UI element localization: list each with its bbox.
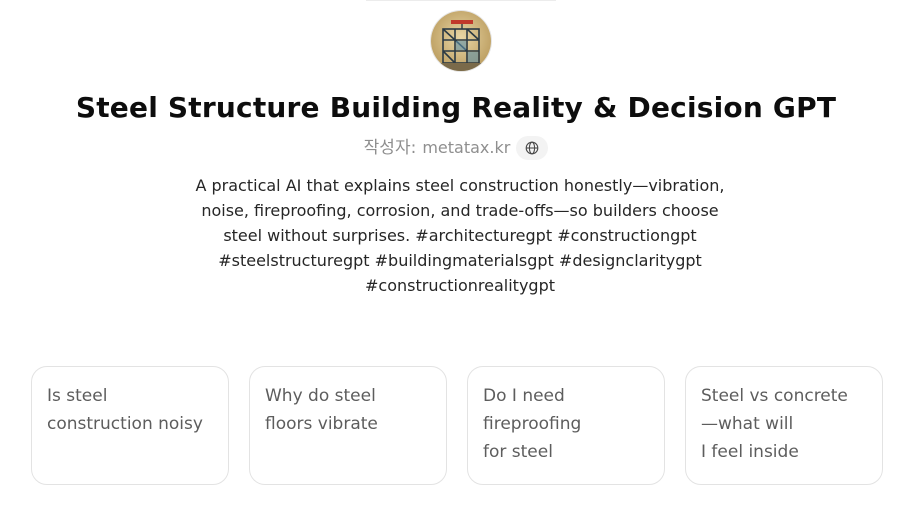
conversation-starter-card[interactable]: Steel vs concrete —what will I feel insi… bbox=[685, 366, 883, 485]
gpt-description: A practical AI that explains steel const… bbox=[195, 176, 725, 295]
conversation-starter-card[interactable]: Why do steel floors vibrate bbox=[249, 366, 447, 485]
author-name: metatax.kr bbox=[422, 138, 511, 157]
globe-icon bbox=[525, 141, 539, 155]
gpt-profile-page: Steel Structure Building Reality & Decis… bbox=[0, 0, 912, 513]
conversation-starters: Is steel construction noisy Why do steel… bbox=[31, 366, 891, 485]
author-website-button[interactable] bbox=[516, 136, 549, 160]
conversation-starter-card[interactable]: Do I need fireproofing for steel bbox=[467, 366, 665, 485]
author-row: 작성자: metatax.kr bbox=[0, 136, 912, 160]
author-label: 작성자: bbox=[363, 138, 417, 158]
steel-building-avatar-icon bbox=[431, 11, 491, 71]
top-divider bbox=[366, 0, 556, 1]
gpt-title: Steel Structure Building Reality & Decis… bbox=[75, 91, 837, 124]
conversation-starter-card[interactable]: Is steel construction noisy bbox=[31, 366, 229, 485]
